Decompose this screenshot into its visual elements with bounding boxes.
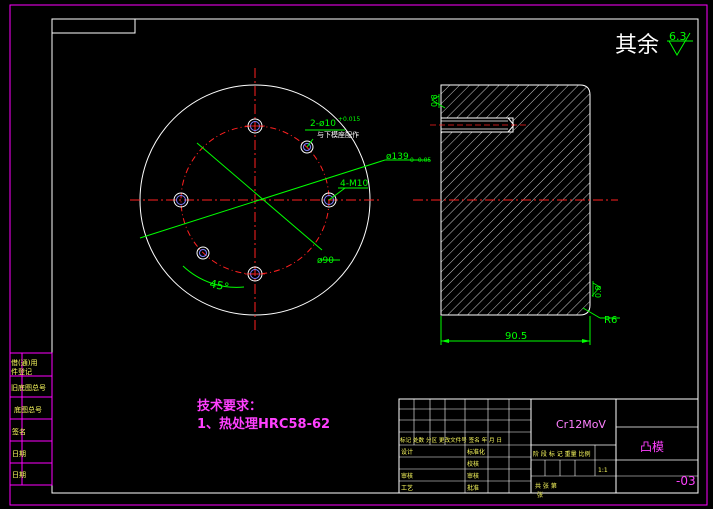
thread-note: 4-M10 xyxy=(340,179,368,189)
stamp-label-2: 旧底图总号 xyxy=(11,383,46,392)
fillet-label: R6 xyxy=(604,315,617,326)
hole-top xyxy=(245,118,265,134)
tb-scale: 1:1 xyxy=(598,467,608,474)
tech-req-item1: 1、热处理HRC58-62 xyxy=(197,416,330,432)
drawing-canvas: 其余 6.3 2-ø10 +0.015 与下模座配作 ø139 0 -0.05 … xyxy=(9,4,708,506)
stamp-label-3: 底图总号 xyxy=(14,405,42,414)
bolt-circle-label: ø90 xyxy=(317,256,334,266)
side-stamp: 借(通)用 件登记 旧底图总号 底图总号 签名 日期 日期 xyxy=(9,352,53,486)
roughness-note: 其余 xyxy=(615,33,659,58)
tb-standard: 标准化 xyxy=(467,448,485,456)
angle-label: 45° xyxy=(208,277,230,294)
stamp-label-4: 签名 xyxy=(12,427,26,436)
tb-design: 设计 xyxy=(401,448,413,456)
hole-bottom xyxy=(245,266,265,282)
stamp-label-6: 日期 xyxy=(12,471,26,479)
stamp-label-5: 日期 xyxy=(12,450,26,458)
length-label: 90.5 xyxy=(505,331,527,342)
outer-dia-tol: 0 -0.05 xyxy=(410,157,431,164)
part-name: 凸模 xyxy=(640,440,664,454)
stamp-label-1: 件登记 xyxy=(11,367,32,376)
tb-check: 校核 xyxy=(467,460,479,468)
drawing-number: -03 xyxy=(676,474,696,488)
side-view: 90.5 R6 0.8 0.8 xyxy=(413,84,620,345)
tb-review-2: 审核 xyxy=(467,472,479,480)
code-box xyxy=(51,18,136,34)
front-view: 2-ø10 +0.015 与下模座配作 ø139 0 -0.05 4-M10 ø… xyxy=(130,68,431,330)
holes-note: 2-ø10 xyxy=(310,119,336,129)
tb-stage-labels: 阶 段 标 记 重量 比例 xyxy=(533,450,591,458)
outer-dia-label: ø139 xyxy=(386,152,409,162)
tb-approve: 批准 xyxy=(467,484,479,492)
tb-sheet-2: 张 xyxy=(537,491,543,499)
tb-process: 工艺 xyxy=(401,484,413,492)
title-block: Cr12MoV 凸模 -03 标记 处数 分区 更改文件号 签名 年 月 日 设… xyxy=(398,398,699,499)
holes-note-tol: +0.015 xyxy=(338,116,360,123)
tb-review: 审核 xyxy=(401,472,413,480)
tb-header-row: 标记 处数 分区 更改文件号 签名 年 月 日 xyxy=(400,436,502,444)
holes-note-sub: 与下模座配作 xyxy=(317,130,359,139)
tb-sheet: 共 张 第 xyxy=(535,482,557,490)
tech-req-title: 技术要求： xyxy=(197,398,262,414)
stamp-label-0: 借(通)用 xyxy=(11,358,37,367)
material-label: Cr12MoV xyxy=(556,418,606,431)
roughness-left: 0.8 xyxy=(430,94,439,107)
dim-line-bolt-circle xyxy=(196,142,323,251)
